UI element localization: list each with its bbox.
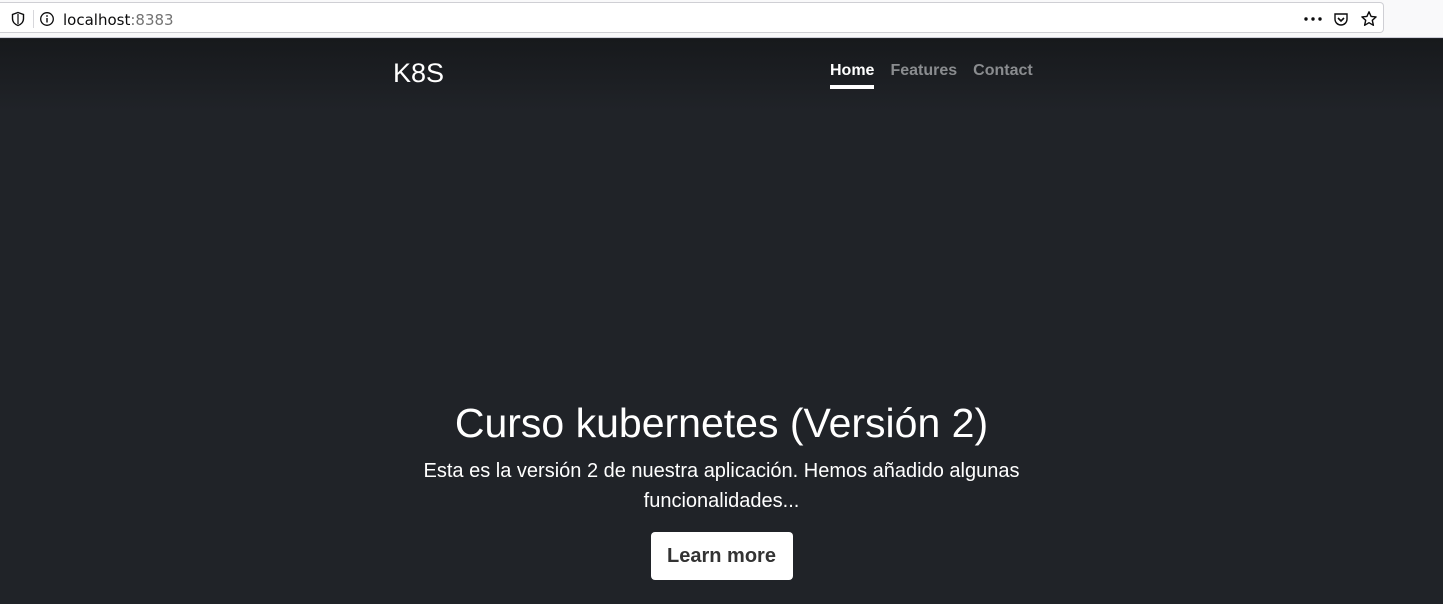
- nav-home[interactable]: Home: [830, 63, 875, 89]
- main-nav: Home Features Contact: [830, 63, 1033, 89]
- url-bar[interactable]: localhost:8383: [0, 2, 1384, 33]
- pocket-icon[interactable]: [1327, 3, 1355, 34]
- url-host: localhost: [63, 11, 131, 29]
- nav-contact[interactable]: Contact: [973, 63, 1033, 89]
- hero-section: Curso kubernetes (Versión 2) Esta es la …: [0, 400, 1443, 580]
- divider: [33, 10, 34, 28]
- hero-title: Curso kubernetes (Versión 2): [454, 400, 989, 446]
- url-actions: [1299, 3, 1383, 34]
- url-text[interactable]: localhost:8383: [63, 11, 174, 29]
- hero-lead: Esta es la versión 2 de nuestra aplicaci…: [423, 460, 1020, 512]
- more-icon[interactable]: [1299, 3, 1327, 34]
- url-port: :8383: [130, 11, 174, 29]
- info-icon[interactable]: [39, 11, 55, 27]
- browser-toolbar: localhost:8383: [0, 0, 1443, 38]
- nav-features[interactable]: Features: [890, 63, 957, 89]
- brand-logo[interactable]: K8S: [393, 58, 444, 89]
- learn-more-button[interactable]: Learn more: [650, 532, 793, 580]
- star-icon[interactable]: [1355, 3, 1383, 34]
- site-header: K8S Home Features Contact: [0, 39, 1443, 111]
- shield-icon[interactable]: [10, 11, 26, 27]
